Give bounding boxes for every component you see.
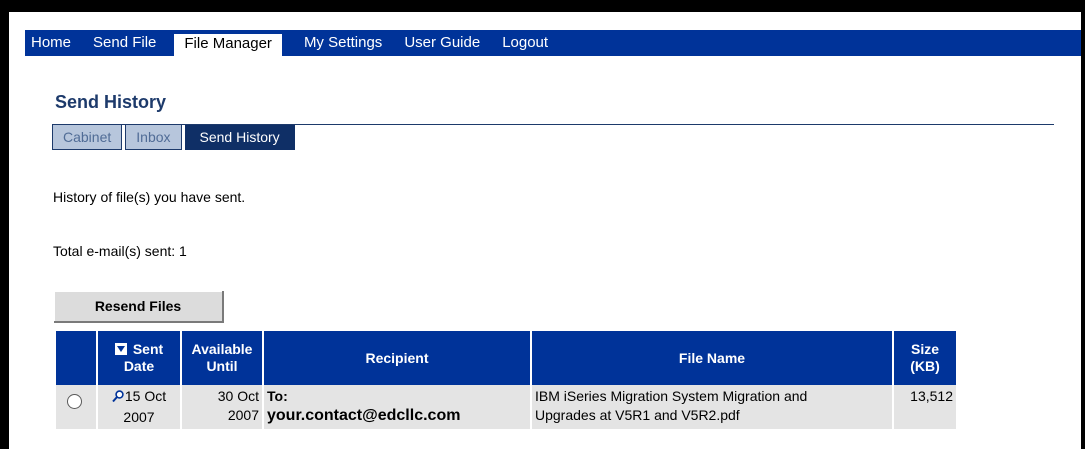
sent-date-header[interactable]: Sent Date	[98, 331, 180, 385]
size-header: Size (KB)	[894, 331, 956, 385]
tab-send-history[interactable]: Send History	[184, 125, 295, 150]
size-cell: 13,512	[894, 385, 956, 429]
magnifier-icon[interactable]	[112, 389, 124, 408]
file-name-header: File Name	[532, 331, 892, 385]
sent-date-line2: 2007	[123, 409, 155, 425]
size-header-line1: Size	[910, 341, 939, 357]
top-navigation: Home Send File File Manager My Settings …	[25, 30, 1081, 56]
send-history-table: Sent Date Available Until Recipient File…	[54, 331, 958, 429]
available-line2: 2007	[227, 407, 259, 423]
window-frame-left	[0, 12, 9, 449]
file-name-line1: IBM iSeries Migration System Migration a…	[535, 388, 808, 404]
page-title: Send History	[55, 92, 167, 112]
sent-header-line2: Date	[123, 358, 155, 374]
subtab-bar: Cabinet Inbox Send History	[52, 125, 298, 150]
available-header-line2: Until	[206, 358, 238, 374]
nav-my-settings[interactable]: My Settings	[296, 34, 396, 56]
recipient-header: Recipient	[264, 331, 530, 385]
file-name-line2: Upgrades at V5R1 and V5R2.pdf	[535, 407, 740, 423]
history-description: History of file(s) you have sent.	[53, 189, 246, 205]
tab-cabinet[interactable]: Cabinet	[52, 125, 123, 150]
recipient-prefix: To:	[267, 388, 288, 404]
row-select-radio[interactable]	[67, 394, 82, 409]
sent-date-line1: 15 Oct	[124, 388, 167, 404]
available-until-header: Available Until	[182, 331, 262, 385]
nav-user-guide[interactable]: User Guide	[396, 34, 494, 56]
sort-descending-icon[interactable]	[114, 343, 127, 355]
window-frame-right	[1081, 12, 1085, 449]
total-sent-count: Total e-mail(s) sent: 1	[53, 243, 187, 259]
tab-inbox[interactable]: Inbox	[125, 125, 182, 150]
recipient-email: your.contact@edcllc.com	[267, 407, 461, 424]
table-header-row: Sent Date Available Until Recipient File…	[56, 331, 956, 385]
size-header-line2: (KB)	[910, 358, 940, 374]
nav-home[interactable]: Home	[25, 34, 85, 56]
table-row: 15 Oct 2007 30 Oct 2007 To: your.contact…	[56, 385, 956, 429]
nav-logout[interactable]: Logout	[494, 34, 562, 56]
row-select-cell	[56, 385, 96, 429]
window-frame-top	[0, 0, 1085, 12]
resend-files-button[interactable]: Resend Files	[54, 291, 224, 323]
available-header-line1: Available	[191, 341, 253, 357]
nav-file-manager[interactable]: File Manager	[174, 34, 282, 56]
sent-date-cell: 15 Oct 2007	[98, 385, 180, 429]
nav-send-file[interactable]: Send File	[85, 34, 170, 56]
select-column-header	[56, 331, 96, 385]
file-name-cell: IBM iSeries Migration System Migration a…	[532, 385, 892, 429]
available-until-cell: 30 Oct 2007	[182, 385, 262, 429]
recipient-cell: To: your.contact@edcllc.com	[264, 385, 530, 429]
sent-header-line1: Sent	[132, 341, 164, 357]
available-line1: 30 Oct	[217, 388, 259, 404]
